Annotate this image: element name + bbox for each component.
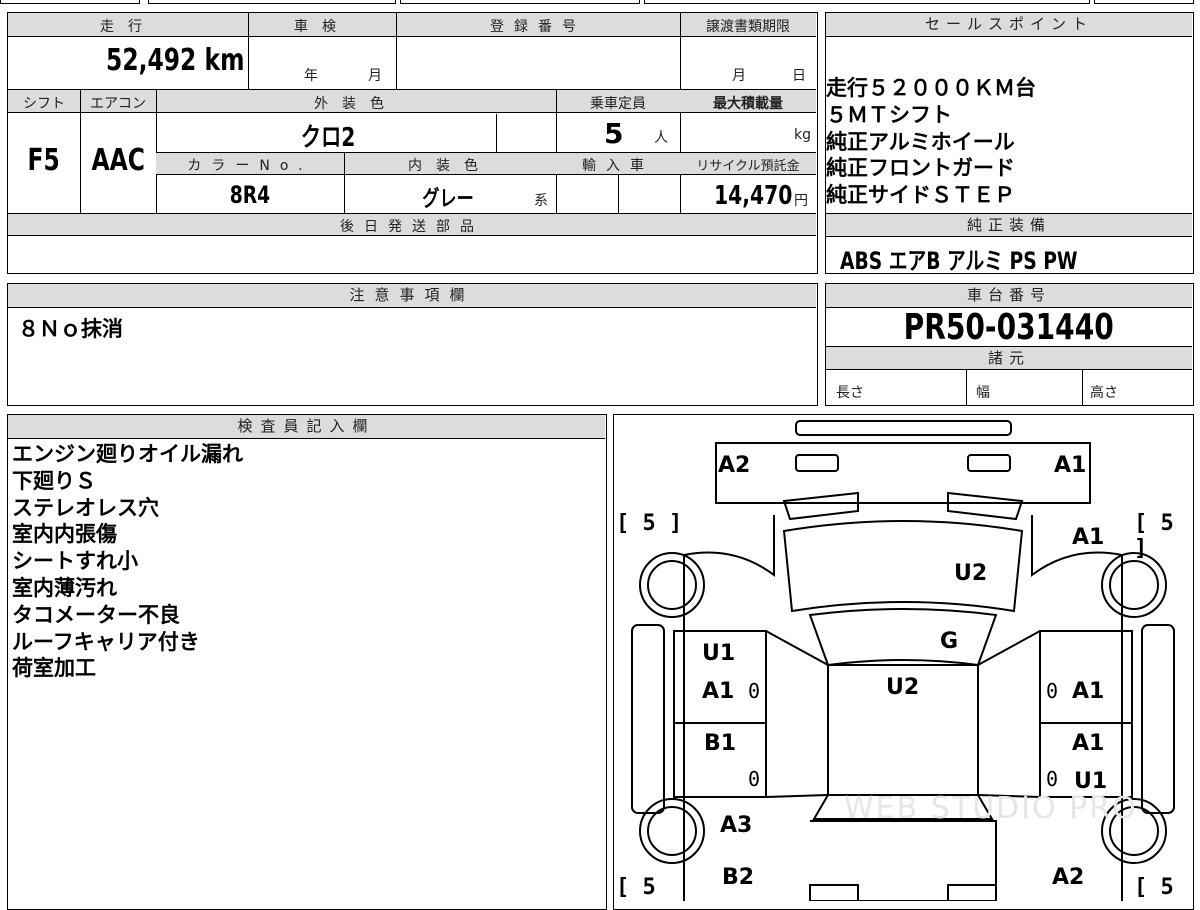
inspector-note: エンジン廻りオイル漏れ bbox=[12, 442, 243, 466]
inspector-note: 室内薄汚れ bbox=[12, 575, 117, 600]
top-cutoff-box bbox=[644, 0, 1090, 4]
inspector-note: ステレオレス穴 bbox=[12, 495, 159, 520]
inspector-box: 検査員記入欄 エンジン廻りオイル漏れ 下廻りＳ ステレオレス穴 室内内張傷 シー… bbox=[7, 414, 607, 910]
import-label: 輸入車 bbox=[582, 158, 654, 174]
chassis-number: PR50-031440 bbox=[903, 307, 1115, 348]
equipment-value: ABS エアB アルミ PS PW bbox=[840, 247, 1078, 275]
sales-points-list: 走行５２０００ＫＭ台 ５ＭＴシフト 純正アルミホイール 純正フロントガード 純正… bbox=[826, 75, 1036, 209]
inspector-notes: エンジン廻りオイル漏れ 下廻りＳ ステレオレス穴 室内内張傷 シートすれ小 室内… bbox=[12, 441, 243, 682]
interior-color-value: グレー bbox=[422, 187, 474, 212]
top-cutoff-box bbox=[1094, 0, 1194, 4]
damage-right-rear-door-2: U1 bbox=[1074, 769, 1108, 794]
tire-rear-right-grade: [ 5 bbox=[1134, 875, 1174, 900]
damage-front-left: A2 bbox=[718, 453, 751, 478]
sales-point-line: ５ＭＴシフト bbox=[826, 102, 952, 127]
capacity-unit: 人 bbox=[654, 130, 668, 146]
max-load-unit: kg bbox=[794, 127, 811, 143]
car-diagram-box: WEB STUDIO PRO [ 5 ] [ 5 ] [ 5 [ 5 A2 A1… bbox=[613, 414, 1194, 910]
damage-left-front-door-2: A1 bbox=[702, 679, 735, 704]
recycle-label: リサイクル預託金 bbox=[696, 159, 800, 174]
shaken-month-unit: 月 bbox=[368, 68, 382, 84]
mileage-value: 52,492 km bbox=[105, 43, 244, 78]
damage-hood: U2 bbox=[954, 561, 988, 586]
chassis-header: 車台番号 bbox=[826, 284, 1192, 308]
damage-right-rear-door-1: A1 bbox=[1072, 731, 1105, 756]
zero-mark: 0 bbox=[1046, 679, 1059, 703]
specs-header: 諸元 bbox=[826, 346, 1192, 370]
color-no-label: カラーNo. bbox=[187, 158, 313, 174]
watermark: WEB STUDIO PRO bbox=[844, 791, 1138, 826]
damage-left-quarter: A3 bbox=[720, 813, 753, 838]
sales-points-header: セールスポイント bbox=[826, 13, 1192, 37]
inspector-header: 検査員記入欄 bbox=[8, 415, 605, 439]
top-cutoff-box bbox=[400, 0, 640, 4]
damage-windshield: G bbox=[940, 629, 959, 654]
recycle-unit: 円 bbox=[794, 193, 808, 209]
inspector-note: シートすれ小 bbox=[12, 549, 138, 574]
zero-mark: 0 bbox=[1046, 767, 1059, 791]
sales-point-line: 純正アルミホイール bbox=[826, 129, 1015, 154]
later-parts-label: 後日発送部品 bbox=[340, 219, 484, 235]
sales-points-box: セールスポイント 走行５２０００ＫＭ台 ５ＭＴシフト 純正アルミホイール 純正フ… bbox=[825, 12, 1194, 275]
transfer-deadline-label: 譲渡書類期限 bbox=[706, 19, 790, 35]
tire-rear-left-grade: [ 5 bbox=[616, 875, 656, 900]
aircon-label: エアコン bbox=[90, 96, 146, 112]
damage-right-front-door: A1 bbox=[1072, 679, 1105, 704]
inspector-note: タコメーター不良 bbox=[12, 602, 180, 627]
damage-left-front-door-1: U1 bbox=[702, 641, 736, 666]
tire-front-right-grade: [ 5 ] bbox=[1134, 511, 1174, 561]
exterior-color-label: 外装色 bbox=[314, 96, 398, 112]
tire-front-left-grade: [ 5 ] bbox=[616, 511, 683, 536]
chassis-box: 車台番号 PR50-031440 諸元 長さ 幅 高さ bbox=[825, 283, 1194, 406]
capacity-value: 5 bbox=[604, 117, 624, 150]
height-label: 高さ bbox=[1090, 385, 1118, 401]
transfer-day-unit: 日 bbox=[792, 68, 806, 84]
mileage-label: 走行 bbox=[100, 19, 156, 35]
color-no-value: 8R4 bbox=[229, 181, 271, 209]
inspector-note: ルーフキャリア付き bbox=[12, 629, 200, 654]
sales-point-line: 走行５２０００ＫＭ台 bbox=[826, 76, 1036, 100]
recycle-value: 14,470 bbox=[713, 181, 792, 211]
exterior-color-value: クロ2 bbox=[300, 123, 356, 153]
inspector-note: 下廻りＳ bbox=[12, 468, 96, 493]
damage-left-rear: B2 bbox=[722, 865, 755, 890]
zero-mark: 0 bbox=[748, 679, 761, 703]
aircon-value: AAC bbox=[91, 143, 145, 178]
inspector-note: 室内内張傷 bbox=[12, 522, 117, 547]
zero-mark: 0 bbox=[748, 767, 761, 791]
interior-color-label: 内装色 bbox=[408, 158, 492, 174]
shift-value: F5 bbox=[27, 143, 61, 178]
interior-color-suffix: 系 bbox=[534, 193, 548, 209]
caution-header: 注意事項欄 bbox=[8, 284, 816, 308]
caution-text: ８Ｎｏ抹消 bbox=[18, 317, 123, 341]
shaken-label: 車検 bbox=[294, 19, 350, 35]
shaken-year-unit: 年 bbox=[304, 68, 318, 84]
sales-point-line: 純正フロントガード bbox=[826, 156, 1015, 181]
equipment-header: 純正装備 bbox=[826, 213, 1192, 237]
shift-label: シフト bbox=[23, 96, 65, 112]
damage-right-rear: A2 bbox=[1052, 865, 1085, 890]
damage-roof: U2 bbox=[886, 675, 920, 700]
sales-point-line: 純正サイドＳＴＥＰ bbox=[826, 183, 1015, 208]
top-cutoff-box bbox=[0, 0, 140, 4]
top-cutoff-box bbox=[148, 0, 396, 4]
max-load-label: 最大積載量 bbox=[713, 96, 783, 112]
length-label: 長さ bbox=[836, 385, 864, 401]
damage-front-right: A1 bbox=[1054, 453, 1087, 478]
damage-left-rear-door: B1 bbox=[704, 731, 737, 756]
registration-label: 登録番号 bbox=[490, 19, 586, 35]
damage-right-fender: A1 bbox=[1072, 525, 1105, 550]
transfer-month-unit: 月 bbox=[732, 68, 746, 84]
caution-box: 注意事項欄 ８Ｎｏ抹消 bbox=[7, 283, 818, 406]
vehicle-info-table: 走行 車検 登録番号 譲渡書類期限 52,492 km 年 月 月 日 シフト … bbox=[7, 12, 818, 274]
inspector-note: 荷室加工 bbox=[12, 656, 96, 681]
capacity-label: 乗車定員 bbox=[590, 96, 646, 112]
width-label: 幅 bbox=[976, 385, 990, 401]
car-diagram bbox=[631, 420, 1175, 901]
